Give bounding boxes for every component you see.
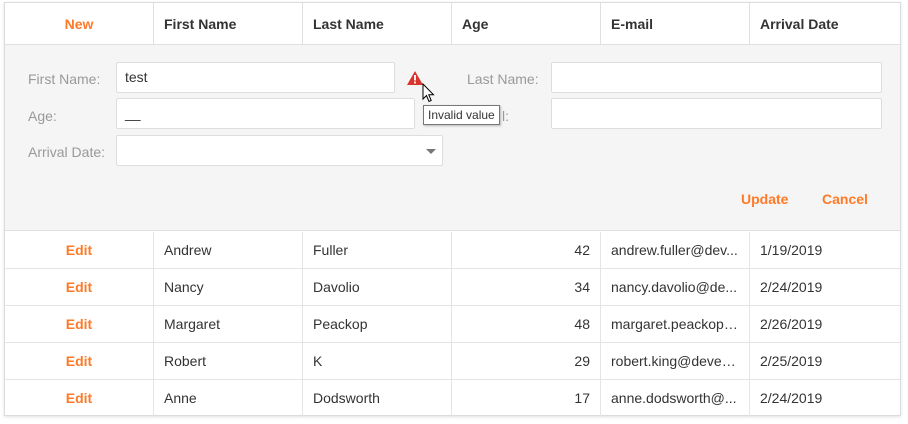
last-name-field[interactable] (551, 62, 882, 93)
table-row: Edit Margaret Peackop 48 margaret.peacko… (5, 306, 900, 343)
new-row-button[interactable]: New (5, 3, 154, 45)
edit-button[interactable]: Edit (5, 269, 154, 306)
cell-first-name: Robert (154, 343, 303, 380)
edit-button[interactable]: Edit (5, 232, 154, 269)
grid-header-row: New First Name Last Name Age E-mail Arri… (5, 3, 900, 45)
cell-first-name: Margaret (154, 306, 303, 343)
age-field[interactable]: __ (116, 98, 415, 129)
cell-arrival-date: 2/24/2019 (760, 279, 823, 295)
column-header-last-name[interactable]: Last Name (303, 3, 452, 45)
cell-last-name: Peackop (303, 306, 452, 343)
last-name-label: Last Name: (467, 71, 539, 87)
cell-last-name: K (303, 343, 452, 380)
cell-arrival-date: 2/26/2019 (760, 316, 823, 332)
cell-last-name: Dodsworth (303, 380, 452, 417)
cell-last-name: Fuller (303, 232, 452, 269)
cell-age: 17 (452, 380, 601, 417)
age-label: Age: (28, 108, 57, 124)
column-header-age[interactable]: Age (452, 3, 601, 45)
first-name-label: First Name: (28, 71, 101, 87)
cell-arrival-date: 2/25/2019 (760, 353, 823, 369)
first-name-field[interactable]: test (116, 62, 395, 93)
table-row: Edit Andrew Fuller 42 andrew.fuller@dev.… (5, 232, 900, 269)
column-header-email[interactable]: E-mail (601, 3, 750, 45)
column-header-arrival-date[interactable]: Arrival Date (750, 3, 900, 45)
edit-button[interactable]: Edit (5, 343, 154, 380)
update-button[interactable]: Update (741, 191, 788, 207)
cell-age: 29 (452, 343, 601, 380)
cancel-button[interactable]: Cancel (822, 191, 868, 207)
cell-first-name: Andrew (154, 232, 303, 269)
email-label: l: (502, 108, 509, 124)
cell-first-name: Anne (154, 380, 303, 417)
edit-button[interactable]: Edit (5, 306, 154, 343)
chevron-down-icon[interactable] (426, 149, 436, 154)
cell-age: 42 (452, 232, 601, 269)
email-field[interactable] (551, 98, 882, 129)
cell-last-name: Davolio (303, 269, 452, 306)
cell-email: robert.king@devex... (601, 343, 750, 380)
warning-icon (407, 71, 423, 85)
cell-arrival-date: 1/19/2019 (760, 242, 823, 258)
cell-arrival-date: 2/24/2019 (760, 390, 823, 406)
arrival-date-label: Arrival Date: (28, 144, 106, 160)
cell-email: margaret.peackop.... (601, 306, 750, 343)
cell-email: andrew.fuller@dev... (601, 232, 750, 269)
cell-age: 34 (452, 269, 601, 306)
cell-first-name: Nancy (154, 269, 303, 306)
column-header-first-name[interactable]: First Name (154, 3, 303, 45)
table-row: Edit Robert K 29 robert.king@devex... 2/… (5, 343, 900, 380)
cell-email: nancy.davolio@de... (601, 269, 750, 306)
validation-tooltip: Invalid value (423, 105, 500, 125)
table-row: Edit Nancy Davolio 34 nancy.davolio@de..… (5, 269, 900, 306)
edit-button[interactable]: Edit (5, 380, 154, 417)
mouse-cursor-icon (422, 83, 435, 103)
edit-form: First Name: test Last Name: Age: __ l: A… (5, 45, 900, 231)
cell-age: 48 (452, 306, 601, 343)
arrival-date-select[interactable] (116, 135, 443, 166)
cell-email: anne.dodsworth@... (601, 380, 750, 417)
data-grid: New First Name Last Name Age E-mail Arri… (4, 2, 901, 417)
table-row: Edit Anne Dodsworth 17 anne.dodsworth@..… (5, 380, 900, 417)
